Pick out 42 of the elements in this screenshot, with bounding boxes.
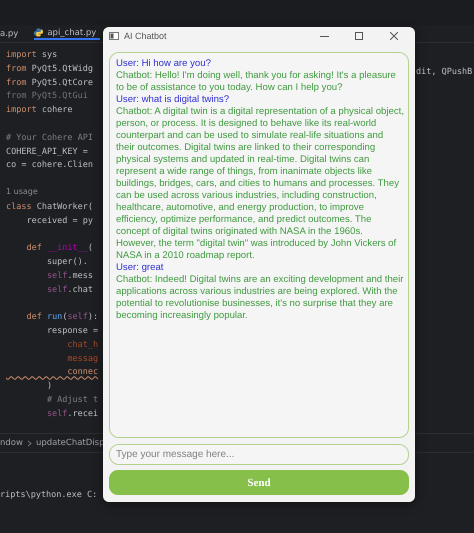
code-line: COHERE_API_KEY = [6, 146, 88, 159]
code-line: connec [66, 366, 98, 380]
user-message: User: what is digital twins? [116, 94, 230, 106]
breadcrumb-item[interactable]: updateChatDisp [36, 438, 104, 448]
file-tab[interactable]: api_chat.py [34, 28, 100, 40]
window-title: AI Chatbot [124, 31, 168, 41]
code-line: received = py [25, 214, 93, 228]
maximize-icon[interactable] [355, 32, 363, 40]
code-line: def __init__( [25, 242, 94, 256]
code-line: import sys [6, 49, 58, 62]
message-input[interactable]: Type your message here... [109, 444, 409, 465]
user-message: User: great [116, 262, 164, 274]
code-line: # Your Cohere API [6, 132, 93, 145]
code-line: import cohere [6, 104, 73, 118]
code-line: super(). [46, 256, 88, 269]
code-line: response = [46, 324, 98, 338]
code-line: self.recei [46, 408, 98, 421]
code-line: dit, QPushB [416, 67, 472, 77]
terminal-line: ripts\python.exe C: [0, 490, 98, 500]
bot-message: Chatbot: Indeed! Digital twins are an exciting development and their applications across various industries are being explored. With the potential to revolutionise businesses, it's no surprise that they are becoming increasingly popular. [116, 274, 404, 322]
code-line: from PyQt5.QtWidg [6, 62, 94, 76]
code-line: messag [66, 352, 98, 366]
code-line: class ChatWorker( [6, 200, 94, 214]
code-line: co = cohere.Clien [6, 159, 93, 172]
python-file-icon [34, 28, 44, 37]
code-line: def run(self): [25, 311, 98, 324]
chevron-icon [26, 440, 32, 446]
code-line: self.mess [46, 270, 94, 283]
breadcrumb-item[interactable]: ndow [0, 438, 23, 448]
code-line: 1 usage [6, 186, 38, 198]
file-tab[interactable]: a.py [0, 28, 22, 38]
code-line: from PyQt5.QtGui [6, 90, 88, 104]
code-line: from PyQt5.QtCore [6, 76, 94, 90]
code-line: self.chat [46, 284, 94, 297]
close-icon[interactable] [390, 32, 398, 40]
code-line: chat_h [66, 338, 98, 352]
code-line: ) [46, 380, 52, 394]
bot-message: Chatbot: A digital twin is a digital representation of a physical object, person, or process. It is designed to behave like its real-world counterpart and can be used to simulate real-life situations and their outcomes. Digital twins are linked to their corresponding physical systems and updated in real-time. Digital twins can represent a wide range of things, from inanimate objects like buildings, bridges, cars, and cities to humans and processes. They can be used across various industries, including construction, healthcare, automotive, and energy production, to improve efficiency, optimize performance, and predict outcomes. The concept of digital twins originated with NASA in the 1960s. However, the term "digital twin" was introduced by John Vickers of NASA in a 2010 roadmap report. [116, 106, 404, 262]
app-icon [109, 32, 119, 40]
bot-message: Chatbot: Hello! I'm doing well, thank you for asking! It's a pleasure to be of assistance to you today. How can I help you? [116, 70, 397, 94]
user-message: User: Hi how are you? [116, 58, 212, 70]
code-line: # Adjust t [46, 394, 98, 407]
